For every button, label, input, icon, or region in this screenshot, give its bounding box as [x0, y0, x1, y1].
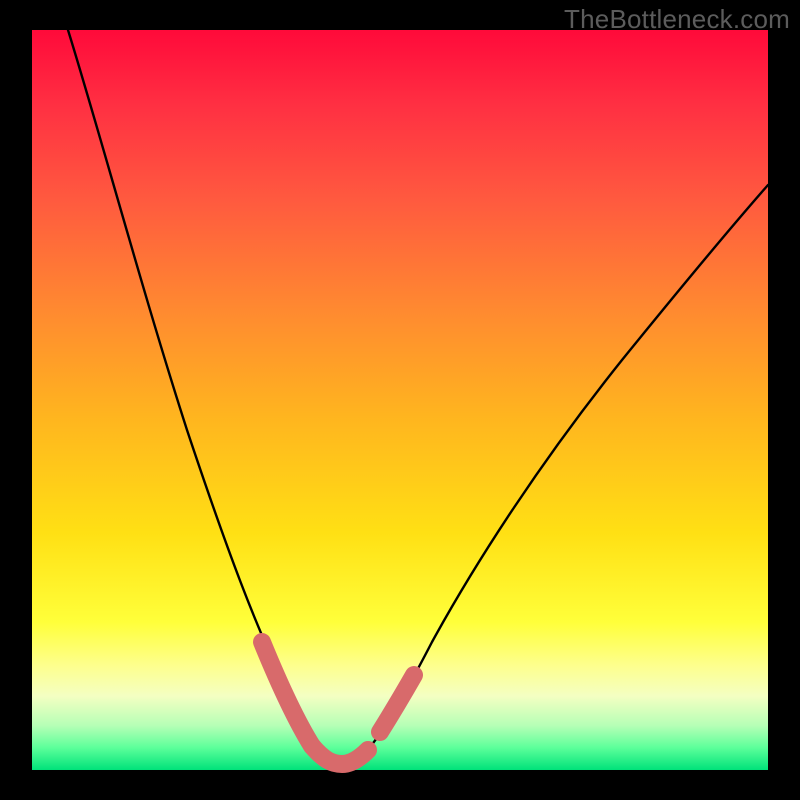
- chart-frame: TheBottleneck.com: [0, 0, 800, 800]
- highlight-left-descent: [262, 642, 312, 746]
- watermark-text: TheBottleneck.com: [564, 4, 790, 35]
- bottleneck-curve: [68, 30, 768, 763]
- highlight-valley-floor: [312, 746, 368, 764]
- curve-svg: [32, 30, 768, 770]
- gradient-plot-area: [32, 30, 768, 770]
- highlight-right-ascent: [380, 675, 414, 732]
